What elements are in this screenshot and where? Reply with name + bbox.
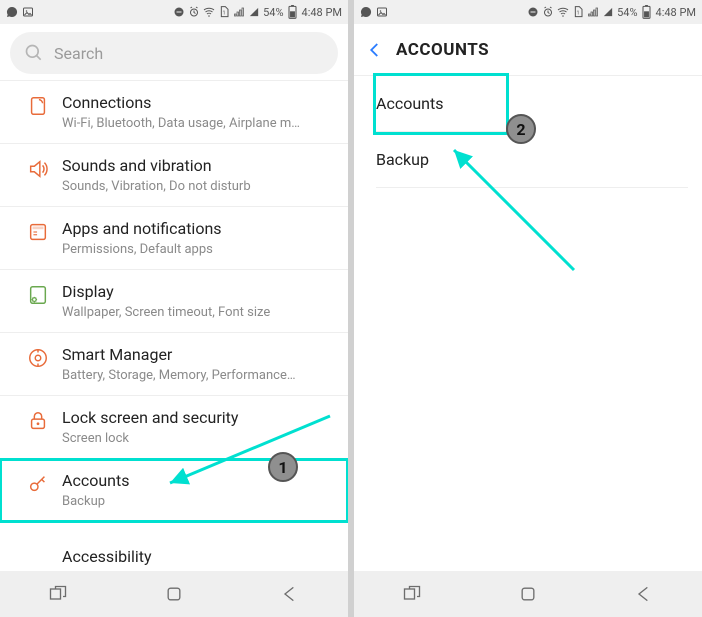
row-subtitle: Wallpaper, Screen timeout, Font size xyxy=(62,305,334,320)
row-subtitle: Screen lock xyxy=(62,431,334,446)
settings-list: Connections Wi-Fi, Bluetooth, Data usage… xyxy=(0,80,348,522)
recents-button[interactable] xyxy=(45,581,71,607)
back-button[interactable] xyxy=(631,581,657,607)
whatsapp-icon xyxy=(360,6,372,18)
image-icon xyxy=(376,6,388,18)
annotation-badge-1: 1 xyxy=(268,452,298,482)
apps-icon xyxy=(27,221,49,243)
dnd-icon xyxy=(173,6,185,18)
battery-icon xyxy=(287,6,299,18)
signal2-icon xyxy=(602,6,614,18)
search-input[interactable]: Search xyxy=(10,32,338,74)
lock-icon xyxy=(27,410,49,432)
whatsapp-icon xyxy=(6,6,18,18)
home-button[interactable] xyxy=(515,581,541,607)
key-icon xyxy=(27,473,49,495)
alarm-icon xyxy=(188,6,200,18)
signal2-icon xyxy=(248,6,260,18)
row-subtitle: Battery, Storage, Memory, Performance… xyxy=(62,368,334,383)
sim1-icon: 1 xyxy=(218,6,230,18)
signal-bars-icon xyxy=(233,6,245,18)
nav-bar xyxy=(354,571,702,617)
sim1-icon: 1 xyxy=(572,6,584,18)
settings-screen: 1 54% 4:48 PM Search Connections Wi-Fi, … xyxy=(0,0,348,617)
row-smart-manager[interactable]: Smart Manager Battery, Storage, Memory, … xyxy=(0,333,348,396)
row-subtitle: Backup xyxy=(62,494,334,509)
status-bar: 1 54% 4:48 PM xyxy=(0,0,348,24)
search-icon xyxy=(24,43,44,63)
row-title: Lock screen and security xyxy=(62,408,334,427)
row-title: Connections xyxy=(62,93,334,112)
dnd-icon xyxy=(527,6,539,18)
item-label: Accounts xyxy=(376,94,443,113)
signal-bars-icon xyxy=(587,6,599,18)
status-bar: 1 54% 4:48 PM xyxy=(354,0,702,24)
row-title: Sounds and vibration xyxy=(62,156,334,175)
row-sounds[interactable]: Sounds and vibration Sounds, Vibration, … xyxy=(0,144,348,207)
partial-next-row: Accessibility xyxy=(0,547,348,571)
sound-icon xyxy=(27,158,49,180)
row-lock-screen[interactable]: Lock screen and security Screen lock xyxy=(0,396,348,459)
row-apps[interactable]: Apps and notifications Permissions, Defa… xyxy=(0,207,348,270)
svg-text:1: 1 xyxy=(223,11,226,17)
annotation-badge-2: 2 xyxy=(506,114,536,144)
row-title: Apps and notifications xyxy=(62,219,334,238)
row-title: Accessibility xyxy=(0,547,348,566)
row-title: Smart Manager xyxy=(62,345,334,364)
row-subtitle: Wi-Fi, Bluetooth, Data usage, Airplane m… xyxy=(62,116,334,131)
row-connections[interactable]: Connections Wi-Fi, Bluetooth, Data usage… xyxy=(0,80,348,144)
battery-pct: 54% xyxy=(263,6,283,19)
back-chevron-icon[interactable] xyxy=(362,35,390,65)
row-title: Display xyxy=(62,282,334,301)
battery-pct: 54% xyxy=(617,6,637,19)
clock-time: 4:48 PM xyxy=(656,6,696,19)
clock-time: 4:48 PM xyxy=(302,6,342,19)
battery-icon xyxy=(641,6,653,18)
image-icon xyxy=(22,6,34,18)
item-accounts[interactable]: Accounts xyxy=(376,76,506,132)
item-label: Backup xyxy=(376,150,429,169)
row-subtitle: Permissions, Default apps xyxy=(62,242,334,257)
display-icon xyxy=(27,284,49,306)
recents-button[interactable] xyxy=(399,581,425,607)
nav-bar xyxy=(0,571,348,617)
home-button[interactable] xyxy=(161,581,187,607)
wifi-icon xyxy=(203,6,215,18)
svg-text:1: 1 xyxy=(577,11,580,17)
connections-icon xyxy=(27,95,49,117)
wifi-icon xyxy=(557,6,569,18)
smart-manager-icon xyxy=(27,347,49,369)
row-subtitle: Sounds, Vibration, Do not disturb xyxy=(62,179,334,194)
alarm-icon xyxy=(542,6,554,18)
accounts-screen: 1 54% 4:48 PM ACCOUNTS Accounts Backup 2 xyxy=(354,0,702,617)
item-backup[interactable]: Backup xyxy=(376,132,688,188)
accounts-header: ACCOUNTS xyxy=(354,24,702,76)
row-display[interactable]: Display Wallpaper, Screen timeout, Font … xyxy=(0,270,348,333)
search-placeholder: Search xyxy=(54,44,103,63)
header-title: ACCOUNTS xyxy=(396,40,489,60)
back-button[interactable] xyxy=(277,581,303,607)
